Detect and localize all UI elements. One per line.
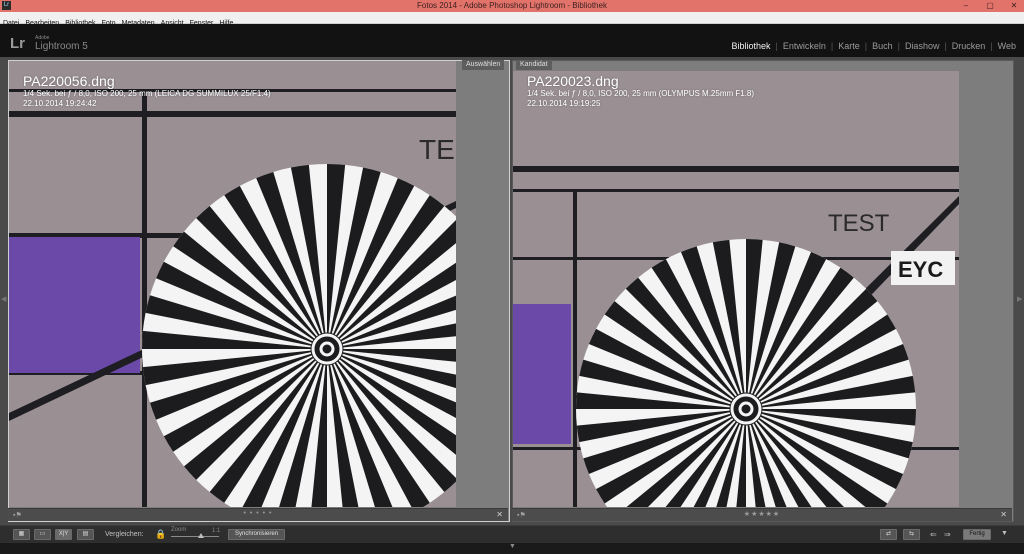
- product-name: Lightroom 5: [35, 41, 88, 52]
- module-karte[interactable]: Karte: [838, 41, 860, 51]
- select-info-overlay: PA220056.dng 1/4 Sek. bei ƒ / 8,0, ISO 2…: [23, 73, 271, 109]
- module-bibliothek[interactable]: Bibliothek: [731, 41, 770, 51]
- swap-icon[interactable]: ⇄: [880, 529, 897, 540]
- test-chart-image: TEST EYC: [513, 71, 959, 507]
- zoom-slider-knob[interactable]: [198, 533, 204, 538]
- module-drucken[interactable]: Drucken: [952, 41, 986, 51]
- toolbar: ▦ ▭ X|Y ▤ Vergleichen: 🔒 Zoom 1:1 Synchr…: [0, 525, 1024, 543]
- lock-icon[interactable]: 🔒: [155, 529, 166, 540]
- select-footer: ▪⚑ • • • • • ✕: [8, 508, 508, 521]
- compare-view-button[interactable]: X|Y: [55, 529, 72, 540]
- title-bar: Lr Fotos 2014 - Adobe Photoshop Lightroo…: [0, 0, 1024, 12]
- module-diashow[interactable]: Diashow: [905, 41, 940, 51]
- maximize-button[interactable]: ▢: [982, 0, 998, 12]
- candidate-pane[interactable]: TEST EYC PA220023.dng 1/4 Sek. bei ƒ / 8…: [512, 60, 1014, 522]
- identity-plate: Lr Adobe Lightroom 5 Bibliothek | Entwicke…: [0, 24, 1024, 57]
- candidate-date: 22.10.2014 19:19:25: [527, 99, 601, 108]
- previous-arrow-icon[interactable]: ⇐: [930, 530, 937, 539]
- test-chart-image: TE: [9, 61, 456, 507]
- candidate-info-overlay: PA220023.dng 1/4 Sek. bei ƒ / 8,0, ISO 2…: [527, 73, 754, 109]
- candidate-tag: Kandidat: [516, 60, 552, 70]
- module-separator: |: [864, 41, 868, 51]
- loupe-view-icon[interactable]: ▭: [34, 529, 51, 540]
- candidate-exposure: 1/4 Sek. bei ƒ / 8,0, ISO 200, 25 mm (OL…: [527, 89, 755, 98]
- next-arrow-icon[interactable]: ⇒: [944, 530, 951, 539]
- compare-label: Vergleichen:: [105, 531, 144, 538]
- select-exposure: 1/4 Sek. bei ƒ / 8,0, ISO 200, 25 mm (LE…: [23, 89, 271, 98]
- zoom-slider[interactable]: [171, 536, 219, 537]
- toolbar-menu-chevron-icon[interactable]: ▼: [1001, 530, 1008, 537]
- candidate-filename: PA220023.dng: [527, 73, 619, 89]
- minimize-button[interactable]: –: [958, 0, 974, 12]
- module-web[interactable]: Web: [998, 41, 1016, 51]
- module-separator: |: [775, 41, 778, 51]
- sync-button[interactable]: Synchronisieren: [228, 529, 285, 540]
- close-window-button[interactable]: ✕: [1006, 0, 1022, 12]
- candidate-rating[interactable]: ★★★★★: [512, 510, 1012, 518]
- candidate-close-icon[interactable]: ✕: [1000, 510, 1007, 519]
- select-photo: TE: [9, 61, 456, 507]
- candidate-photo: TEST EYC: [513, 71, 959, 507]
- select-rating[interactable]: • • • • •: [8, 510, 508, 517]
- select-date: 22.10.2014 19:24:42: [23, 99, 97, 108]
- module-separator: |: [897, 41, 900, 51]
- select-close-icon[interactable]: ✕: [496, 510, 503, 519]
- module-entwickeln[interactable]: Entwickeln: [783, 41, 826, 51]
- module-separator: |: [830, 41, 834, 51]
- done-button[interactable]: Fertig: [963, 529, 991, 540]
- window-title: Fotos 2014 - Adobe Photoshop Lightroom -…: [417, 1, 607, 10]
- right-panel-toggle-icon[interactable]: ▶: [1017, 295, 1023, 305]
- menu-bar: DateiBearbeitenBibliothekFotoMetadatenAn…: [0, 12, 1024, 27]
- module-separator: |: [944, 41, 947, 51]
- survey-view-icon[interactable]: ▤: [77, 529, 94, 540]
- left-panel-toggle-icon[interactable]: ◀: [1, 295, 7, 305]
- select-test-text: TE: [419, 134, 455, 165]
- module-buch[interactable]: Buch: [872, 41, 893, 51]
- candidate-eyc-text: EYC: [898, 257, 943, 282]
- module-picker: Bibliothek | Entwickeln | Karte | Buch | Diashow…: [731, 41, 1016, 51]
- select-pane[interactable]: TE PA220056.dng 1/4 Sek. bei ƒ / 8,0, IS…: [8, 60, 510, 522]
- zoom-value: 1:1: [212, 528, 221, 534]
- lr-logo: Lr: [10, 35, 25, 52]
- candidate-footer: ▪⚑ ★★★★★ ✕: [512, 508, 1012, 521]
- candidate-test-text: TEST: [828, 210, 890, 237]
- module-separator: |: [990, 41, 993, 51]
- zoom-label: Zoom: [171, 527, 187, 533]
- grid-view-icon[interactable]: ▦: [13, 529, 30, 540]
- select-tag: Auswählen: [462, 60, 505, 70]
- filmstrip-toggle-icon[interactable]: ▼: [509, 543, 516, 550]
- make-select-icon[interactable]: ⇆: [903, 529, 920, 540]
- select-filename: PA220056.dng: [23, 73, 115, 89]
- filmstrip-toggle[interactable]: ▼: [0, 543, 1024, 554]
